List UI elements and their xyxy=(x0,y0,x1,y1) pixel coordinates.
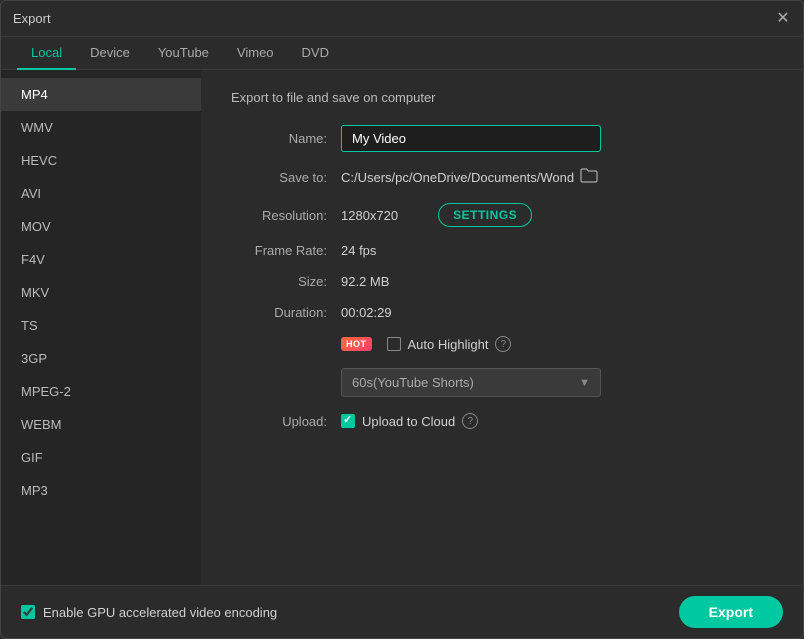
tab-dvd[interactable]: DVD xyxy=(288,37,343,70)
auto-highlight-help-icon[interactable]: ? xyxy=(495,336,511,352)
sidebar-item-f4v[interactable]: F4V xyxy=(1,243,201,276)
sidebar-item-3gp[interactable]: 3GP xyxy=(1,342,201,375)
export-button[interactable]: Export xyxy=(679,596,783,628)
resolution-value: 1280x720 xyxy=(341,208,398,223)
sidebar-item-wmv[interactable]: WMV xyxy=(1,111,201,144)
sidebar: MP4 WMV HEVC AVI MOV F4V MKV TS 3GP MPEG… xyxy=(1,70,201,585)
save-to-path: C:/Users/pc/OneDrive/Documents/Wond xyxy=(341,170,574,185)
sidebar-item-hevc[interactable]: HEVC xyxy=(1,144,201,177)
size-row: Size: 92.2 MB xyxy=(231,274,773,289)
auto-highlight-checkbox[interactable] xyxy=(387,337,401,351)
tab-device[interactable]: Device xyxy=(76,37,144,70)
duration-row: Duration: 00:02:29 xyxy=(231,305,773,320)
dropdown-value: 60s(YouTube Shorts) xyxy=(352,375,474,390)
content-header: Export to file and save on computer xyxy=(231,90,773,105)
gpu-row: Enable GPU accelerated video encoding xyxy=(21,605,277,620)
tab-vimeo[interactable]: Vimeo xyxy=(223,37,288,70)
frame-rate-label: Frame Rate: xyxy=(231,243,341,258)
frame-rate-row: Frame Rate: 24 fps xyxy=(231,243,773,258)
sidebar-item-mov[interactable]: MOV xyxy=(1,210,201,243)
size-label: Size: xyxy=(231,274,341,289)
youtube-shorts-row: 60s(YouTube Shorts) ▼ xyxy=(231,368,773,397)
settings-button[interactable]: SETTINGS xyxy=(438,203,532,227)
name-input[interactable] xyxy=(341,125,601,152)
save-to-label: Save to: xyxy=(231,170,341,185)
hot-badge: HOT xyxy=(341,337,372,351)
youtube-shorts-dropdown[interactable]: 60s(YouTube Shorts) ▼ xyxy=(341,368,601,397)
tab-bar: Local Device YouTube Vimeo DVD xyxy=(1,37,803,70)
upload-help-icon[interactable]: ? xyxy=(462,413,478,429)
sidebar-item-ts[interactable]: TS xyxy=(1,309,201,342)
sidebar-item-mp3[interactable]: MP3 xyxy=(1,474,201,507)
resolution-row: Resolution: 1280x720 SETTINGS xyxy=(231,203,773,227)
name-row: Name: xyxy=(231,125,773,152)
gpu-label: Enable GPU accelerated video encoding xyxy=(43,605,277,620)
content-area: Export to file and save on computer Name… xyxy=(201,70,803,585)
tab-youtube[interactable]: YouTube xyxy=(144,37,223,70)
name-label: Name: xyxy=(231,131,341,146)
folder-icon[interactable] xyxy=(580,168,598,187)
size-value: 92.2 MB xyxy=(341,274,389,289)
sidebar-item-mkv[interactable]: MKV xyxy=(1,276,201,309)
sidebar-item-gif[interactable]: GIF xyxy=(1,441,201,474)
sidebar-item-mpeg2[interactable]: MPEG-2 xyxy=(1,375,201,408)
duration-value: 00:02:29 xyxy=(341,305,392,320)
auto-highlight-label: Auto Highlight xyxy=(408,337,489,352)
upload-label: Upload: xyxy=(231,414,341,429)
upload-row: Upload: Upload to Cloud ? xyxy=(231,413,773,429)
upload-to-cloud-checkbox[interactable] xyxy=(341,414,355,428)
tab-local[interactable]: Local xyxy=(17,37,76,70)
title-bar: Export ✕ xyxy=(1,1,803,37)
sidebar-item-avi[interactable]: AVI xyxy=(1,177,201,210)
upload-container: Upload to Cloud ? xyxy=(341,413,478,429)
auto-highlight-row: HOT Auto Highlight ? xyxy=(231,336,773,352)
export-window: Export ✕ Local Device YouTube Vimeo DVD … xyxy=(0,0,804,639)
sidebar-item-webm[interactable]: WEBM xyxy=(1,408,201,441)
chevron-down-icon: ▼ xyxy=(579,377,590,389)
upload-to-cloud-label: Upload to Cloud xyxy=(362,414,455,429)
save-to-container: C:/Users/pc/OneDrive/Documents/Wond xyxy=(341,168,598,187)
gpu-checkbox[interactable] xyxy=(21,605,35,619)
close-button[interactable]: ✕ xyxy=(775,11,791,27)
resolution-label: Resolution: xyxy=(231,208,341,223)
frame-rate-value: 24 fps xyxy=(341,243,376,258)
duration-label: Duration: xyxy=(231,305,341,320)
save-to-row: Save to: C:/Users/pc/OneDrive/Documents/… xyxy=(231,168,773,187)
bottom-bar: Enable GPU accelerated video encoding Ex… xyxy=(1,585,803,638)
window-title: Export xyxy=(13,11,51,26)
main-content: MP4 WMV HEVC AVI MOV F4V MKV TS 3GP MPEG… xyxy=(1,70,803,585)
sidebar-item-mp4[interactable]: MP4 xyxy=(1,78,201,111)
auto-highlight-container: HOT Auto Highlight ? xyxy=(341,336,511,352)
